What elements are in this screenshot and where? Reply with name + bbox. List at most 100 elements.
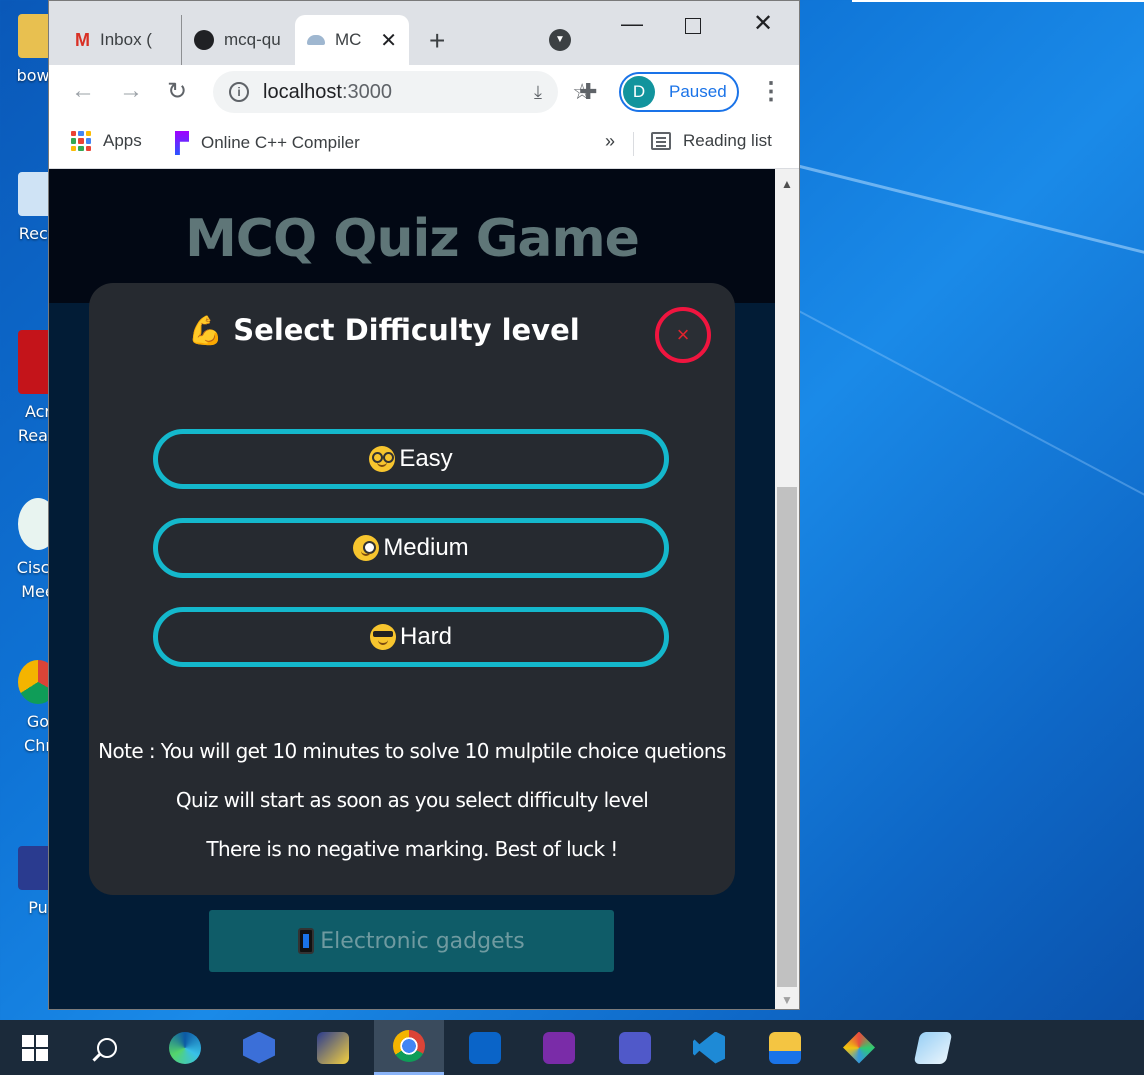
diamond-app-icon <box>843 1031 875 1064</box>
wallpaper-streak <box>779 160 1144 265</box>
tab-label: Inbox ( <box>100 30 152 49</box>
avatar: D <box>623 76 655 108</box>
reading-list-icon <box>651 132 671 150</box>
modal-close-button[interactable]: × <box>655 307 711 363</box>
taskbar-diamond-app[interactable] <box>824 1020 894 1075</box>
onenote-icon <box>543 1031 575 1064</box>
taskbar-vscode[interactable] <box>674 1020 744 1075</box>
hard-button[interactable]: Hard <box>153 607 669 667</box>
install-app-icon[interactable]: ⤓ <box>534 82 542 103</box>
vscode-icon <box>693 1031 725 1064</box>
window-close-button[interactable]: ✕ <box>753 9 773 38</box>
easy-button[interactable]: Easy <box>153 429 669 489</box>
taskbar-onenote[interactable] <box>524 1020 594 1075</box>
scrollbar-thumb[interactable] <box>777 487 797 987</box>
bookmarks-divider <box>633 132 634 156</box>
taskbar-chrome[interactable] <box>374 1020 444 1075</box>
easy-label: Easy <box>399 445 453 472</box>
bookmark-cpp-compiler[interactable]: Online C++ Compiler <box>175 131 360 155</box>
modal-title: 💪 Select Difficulty level <box>89 313 679 347</box>
maximize-button[interactable] <box>685 18 701 34</box>
site-info-icon[interactable]: i <box>229 82 249 102</box>
bookmarks-bar: Apps Online C++ Compiler » Reading list <box>49 119 799 169</box>
bookmark-label: Apps <box>103 131 142 150</box>
folder-icon <box>769 1031 801 1064</box>
close-icon: × <box>676 322 690 347</box>
monocle-face-icon <box>353 535 380 561</box>
cube-app-icon <box>243 1031 275 1064</box>
note-start: Quiz will start as soon as you select di… <box>175 788 649 812</box>
mobile-phone-icon <box>298 928 315 954</box>
page-viewport: MCQ Quiz Game Electronic gadgets 💪 Selec… <box>49 169 775 1009</box>
profile-status: Paused <box>669 82 727 101</box>
start-button[interactable] <box>0 1020 70 1075</box>
tab-label: MC <box>335 30 362 49</box>
apps-grid-icon <box>71 131 91 151</box>
site-favicon-icon <box>307 35 325 45</box>
chrome-icon <box>393 1030 425 1062</box>
taskbar-edge[interactable] <box>150 1020 220 1075</box>
tab-gmail[interactable]: M Inbox ( <box>63 15 181 65</box>
scroll-down-arrow-icon[interactable]: ▼ <box>781 993 793 1007</box>
notepad-icon <box>913 1031 953 1064</box>
tab-mcq-active[interactable]: MC ✕ <box>295 15 409 65</box>
tab-label: mcq-qu <box>224 30 281 49</box>
tab-github[interactable]: mcq-qu <box>181 15 293 65</box>
gmail-icon: M <box>75 29 90 50</box>
teams-icon <box>619 1031 651 1064</box>
note-marking: There is no negative marking. Best of lu… <box>206 837 618 861</box>
more-menu-icon[interactable]: ⋮ <box>759 77 783 106</box>
edge-icon <box>169 1031 201 1064</box>
taskbar-file-explorer[interactable] <box>750 1020 820 1075</box>
browser-toolbar: ← → ↻ i localhost:3000 ⤓ ☆ ✚ D Paused ⋮ <box>49 65 799 119</box>
reading-list-label: Reading list <box>683 131 772 150</box>
modal-title-text: Select Difficulty level <box>233 313 580 347</box>
reload-icon[interactable]: ↻ <box>167 77 187 106</box>
flexed-biceps-icon: 💪 <box>188 314 224 347</box>
url-port: :3000 <box>341 80 392 103</box>
wallpaper-streak <box>779 300 1144 500</box>
search-button[interactable] <box>72 1020 142 1075</box>
medium-button[interactable]: Medium <box>153 518 669 578</box>
profile-button[interactable]: D Paused <box>619 72 739 112</box>
hard-label: Hard <box>399 623 453 650</box>
bookmark-apps[interactable]: Apps <box>71 131 142 151</box>
page-scrollbar[interactable]: ▲ ▼ <box>775 169 799 1009</box>
taskbar <box>0 1020 1144 1075</box>
extensions-puzzle-icon[interactable]: ✚ <box>579 79 597 105</box>
minimize-button[interactable]: — <box>621 11 643 37</box>
outlook-icon <box>469 1031 501 1064</box>
tab-close-icon[interactable]: ✕ <box>380 28 397 53</box>
category-button-electronic-gadgets[interactable]: Electronic gadgets <box>209 910 614 972</box>
scroll-up-arrow-icon[interactable]: ▲ <box>781 177 793 191</box>
taskbar-outlook[interactable] <box>450 1020 520 1075</box>
taskbar-app-cube[interactable] <box>224 1020 294 1075</box>
back-arrow-icon[interactable]: ← <box>71 77 95 105</box>
page-title: MCQ Quiz Game <box>185 209 640 269</box>
reading-list-button[interactable]: Reading list <box>651 131 772 151</box>
taskbar-teams[interactable] <box>600 1020 670 1075</box>
address-bar[interactable]: i localhost:3000 ⤓ ☆ <box>213 71 592 113</box>
nerd-face-icon <box>369 446 396 472</box>
bookmarks-overflow-button[interactable]: » <box>605 131 615 152</box>
note-time-limit: Note : You will get 10 minutes to solve … <box>98 739 726 763</box>
difficulty-modal: 💪 Select Difficulty level × Easy Medium … <box>89 283 735 895</box>
url-host: localhost <box>263 80 342 103</box>
github-icon <box>194 30 214 50</box>
bookmark-label: Online C++ Compiler <box>201 133 360 152</box>
new-tab-button[interactable]: + <box>429 25 445 57</box>
windows-logo-icon <box>22 1034 48 1061</box>
search-icon <box>97 1037 117 1058</box>
medium-label: Medium <box>383 534 469 561</box>
network-app-icon <box>317 1031 349 1064</box>
sunglasses-face-icon <box>369 624 396 650</box>
taskbar-notepad[interactable] <box>898 1020 968 1075</box>
desktop-strip <box>852 0 1144 2</box>
taskbar-network-app[interactable] <box>298 1020 368 1075</box>
tab-search-icon[interactable]: ▼ <box>549 29 571 51</box>
browser-window: M Inbox ( mcq-qu MC ✕ + ▼ — ✕ ← → ↻ i lo… <box>48 0 800 1010</box>
category-label: Electronic gadgets <box>320 928 525 954</box>
forward-arrow-icon[interactable]: → <box>119 77 143 105</box>
compiler-logo-icon <box>175 131 189 155</box>
tab-strip: M Inbox ( mcq-qu MC ✕ + ▼ — ✕ <box>49 1 799 65</box>
